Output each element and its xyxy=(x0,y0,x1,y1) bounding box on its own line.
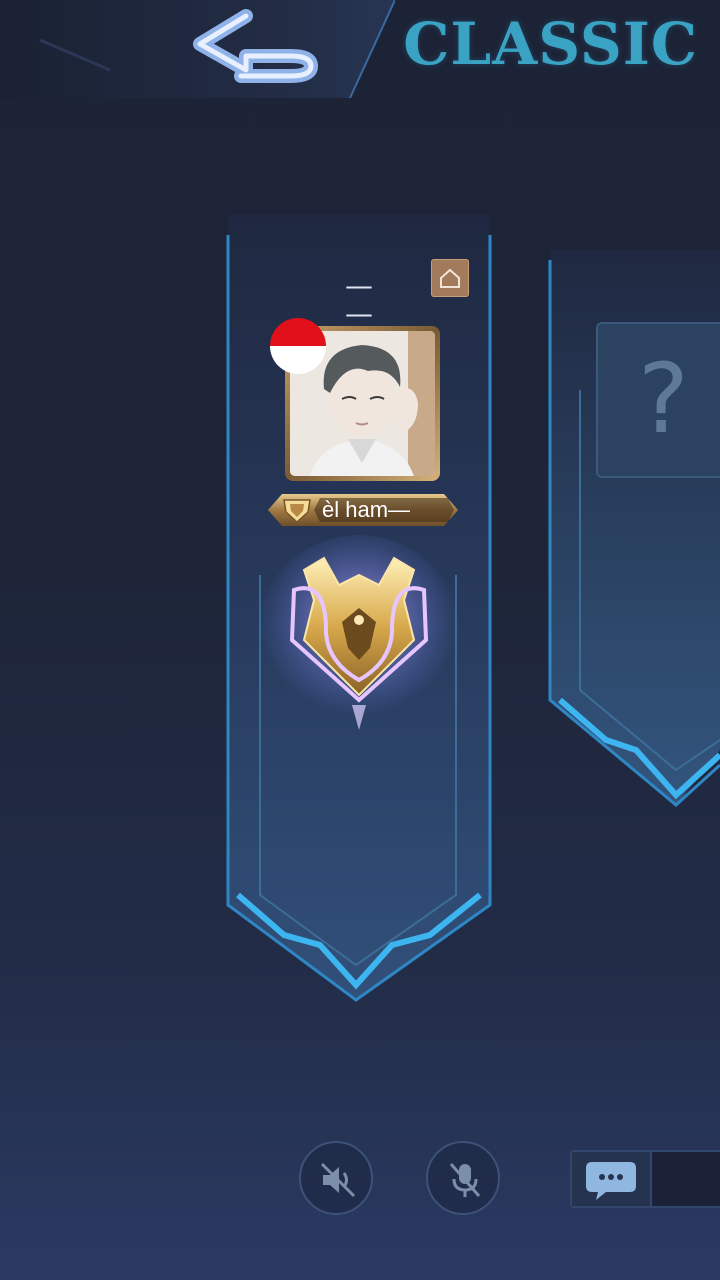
game-mode-title: CLASSIC xyxy=(403,10,698,78)
mic-toggle-button[interactable] xyxy=(426,1141,500,1215)
top-bar: CLASSIC xyxy=(0,0,720,100)
back-arrow-icon xyxy=(193,9,318,83)
lobby-screen: CLASSIC — — èl ham— ? xyxy=(0,0,720,1280)
rank-emblem-icon xyxy=(259,535,459,730)
speaker-off-icon xyxy=(320,1162,356,1198)
mic-off-icon xyxy=(449,1163,481,1197)
country-flag xyxy=(270,318,326,374)
home-button[interactable] xyxy=(431,259,469,297)
chat-button[interactable] xyxy=(572,1152,652,1206)
chat-input[interactable] xyxy=(652,1152,720,1206)
chat-bar xyxy=(570,1150,720,1208)
question-mark-icon: ? xyxy=(638,343,689,455)
chat-bubble-icon xyxy=(586,1162,636,1200)
player-name: — — xyxy=(345,269,375,330)
squad-tag-text: èl ham— xyxy=(322,497,411,522)
speaker-toggle-button[interactable] xyxy=(299,1141,373,1215)
empty-slot: ? xyxy=(596,322,720,478)
home-icon xyxy=(440,268,460,288)
back-button[interactable] xyxy=(186,6,336,90)
